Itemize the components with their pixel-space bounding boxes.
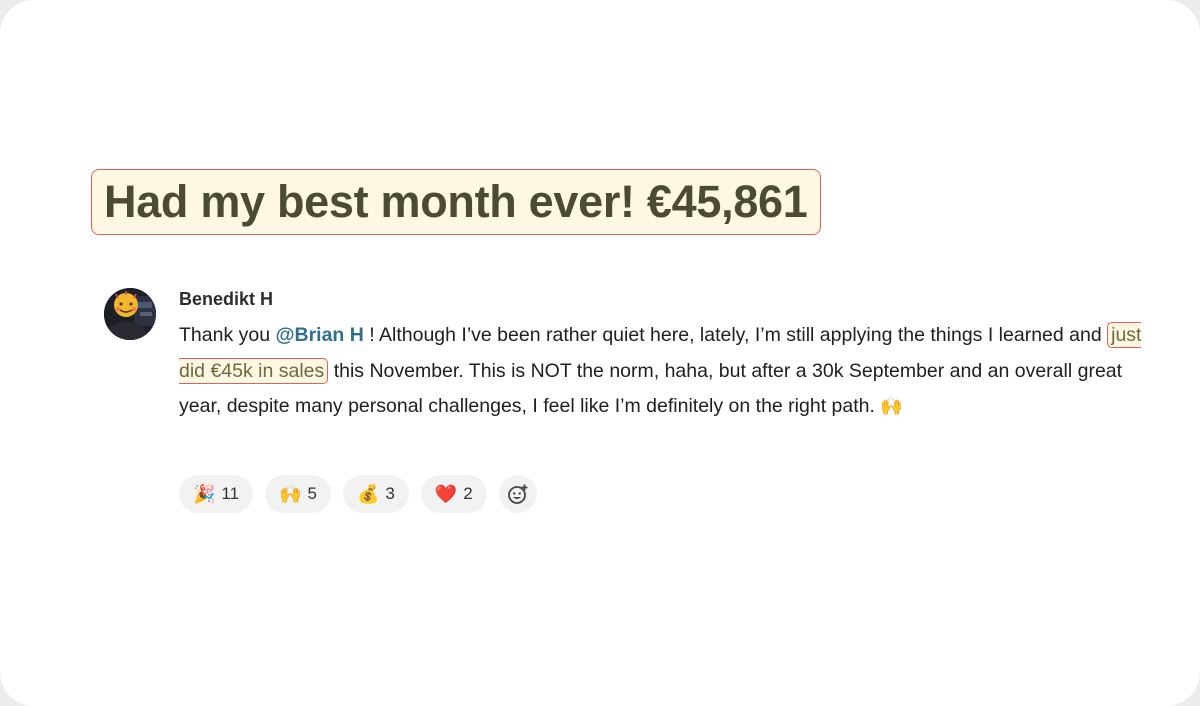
- post-body: Thank you @Brian H ! Although I’ve been …: [179, 318, 1144, 425]
- post-title-text: Had my best month ever! €45,861: [104, 176, 808, 227]
- reaction-count: 11: [221, 484, 240, 503]
- reaction-count: 5: [307, 484, 317, 503]
- raising-hands-icon: 🙌: [279, 484, 302, 504]
- red-heart-icon: ❤️: [434, 484, 458, 504]
- raising-hands-icon: 🙌: [880, 396, 903, 416]
- avatar[interactable]: [104, 288, 156, 340]
- post-title: Had my best month ever! €45,861: [91, 169, 821, 235]
- reaction-count: 3: [385, 484, 395, 503]
- reaction-raising-hands[interactable]: 🙌 5: [265, 475, 331, 513]
- money-bag-icon: 💰: [356, 484, 380, 504]
- avatar-image: [104, 288, 156, 340]
- reactions-bar: 🎉 11 🙌 5 💰 3 ❤️ 2: [179, 475, 537, 513]
- reaction-party-popper[interactable]: 🎉 11: [179, 475, 254, 513]
- add-reaction-button[interactable]: [498, 475, 537, 513]
- post-text-intro: Thank you: [179, 324, 276, 346]
- post-text-middle: ! Although I’ve been rather quiet here, …: [363, 324, 1102, 346]
- reaction-red-heart[interactable]: ❤️ 2: [420, 475, 487, 513]
- reaction-count: 2: [463, 484, 473, 503]
- add-emoji-icon: [507, 484, 528, 504]
- author-name[interactable]: Benedikt H: [179, 289, 273, 310]
- post-card: Had my best month ever! €45,861 Benedikt…: [0, 0, 1200, 706]
- party-popper-icon: 🎉: [193, 484, 216, 504]
- reaction-money-bag[interactable]: 💰 3: [342, 475, 409, 513]
- user-mention[interactable]: @Brian H: [275, 324, 363, 346]
